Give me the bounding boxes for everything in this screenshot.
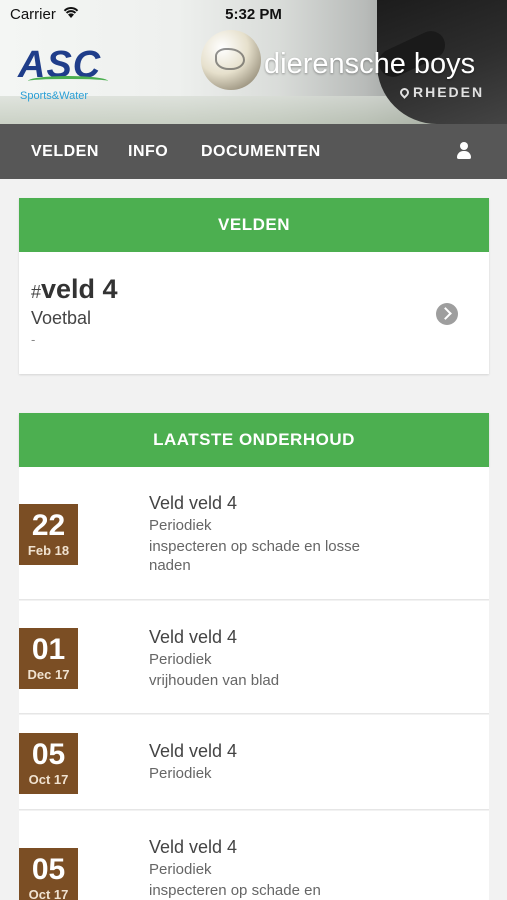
- date-badge: 05 Oct 17: [19, 848, 78, 900]
- date-month: Oct 17: [28, 887, 69, 900]
- user-icon[interactable]: [456, 142, 472, 160]
- maintenance-type: Periodiek: [149, 861, 212, 878]
- chevron-right-circle-icon[interactable]: [436, 303, 458, 325]
- maintenance-description: inspecteren op schade en: [149, 882, 321, 899]
- date-badge: 05 Oct 17: [19, 733, 78, 794]
- veld-list-item[interactable]: #veld 4 Voetbal -: [19, 252, 489, 374]
- date-day: 05: [31, 738, 66, 771]
- nav-info[interactable]: INFO: [128, 124, 168, 179]
- date-day: 22: [31, 509, 66, 542]
- onderhoud-card-header: LAATSTE ONDERHOUD: [19, 413, 489, 467]
- date-month: Dec 17: [27, 667, 70, 682]
- maintenance-item[interactable]: 05 Oct 17 Veld veld 4 Periodiek: [19, 715, 489, 810]
- veld-title: #veld 4: [31, 274, 118, 305]
- veld-name: veld 4: [41, 274, 118, 304]
- maintenance-item[interactable]: 05 Oct 17 Veld veld 4 Periodiek inspecte…: [19, 811, 489, 900]
- maintenance-item[interactable]: 01 Dec 17 Veld veld 4 Periodiek vrijhoud…: [19, 601, 489, 714]
- velden-card: VELDEN #veld 4 Voetbal -: [19, 198, 489, 374]
- onderhoud-card: LAATSTE ONDERHOUD 22 Feb 18 Veld veld 4 …: [19, 413, 489, 900]
- club-location-text: RHEDEN: [413, 84, 485, 100]
- club-name: dierensche boys: [264, 48, 476, 80]
- status-bar: Carrier 5:32 PM: [0, 0, 507, 28]
- date-badge: 22 Feb 18: [19, 504, 78, 565]
- date-day: 05: [31, 853, 66, 886]
- header-banner: Carrier 5:32 PM ASC Sports&Water dierens…: [0, 0, 507, 124]
- club-location: RHEDEN: [398, 84, 485, 100]
- nav-velden[interactable]: VELDEN: [31, 124, 99, 179]
- date-month: Oct 17: [28, 772, 69, 787]
- maintenance-type: Periodiek: [149, 651, 212, 668]
- maintenance-description: inspecteren op schade en losse naden: [149, 538, 360, 574]
- logo-subtitle: Sports&Water: [20, 90, 89, 102]
- logo-swoosh: [28, 76, 108, 86]
- location-pin-icon: [398, 86, 411, 99]
- maintenance-type: Periodiek: [149, 765, 212, 782]
- maintenance-type: Periodiek: [149, 517, 212, 534]
- date-badge: 01 Dec 17: [19, 628, 78, 689]
- velden-card-header: VELDEN: [19, 198, 489, 252]
- maintenance-description: vrijhouden van blad: [149, 672, 280, 689]
- veld-hash: #: [31, 282, 42, 302]
- maintenance-title: Veld veld 4: [149, 493, 238, 513]
- veld-extra: -: [31, 332, 36, 347]
- nav-documenten[interactable]: DOCUMENTEN: [201, 124, 321, 179]
- club-logo: ASC Sports&Water: [18, 44, 108, 106]
- date-month: Feb 18: [27, 543, 70, 558]
- maintenance-title: Veld veld 4: [149, 837, 238, 857]
- veld-sport: Voetbal: [31, 308, 92, 328]
- maintenance-title: Veld veld 4: [149, 741, 238, 761]
- maintenance-item[interactable]: 22 Feb 18 Veld veld 4 Periodiek inspecte…: [19, 467, 489, 600]
- main-navbar: VELDEN INFO DOCUMENTEN: [0, 124, 507, 179]
- date-day: 01: [31, 633, 66, 666]
- maintenance-title: Veld veld 4: [149, 627, 238, 647]
- clock: 5:32 PM: [225, 6, 282, 23]
- football-image: [201, 30, 261, 90]
